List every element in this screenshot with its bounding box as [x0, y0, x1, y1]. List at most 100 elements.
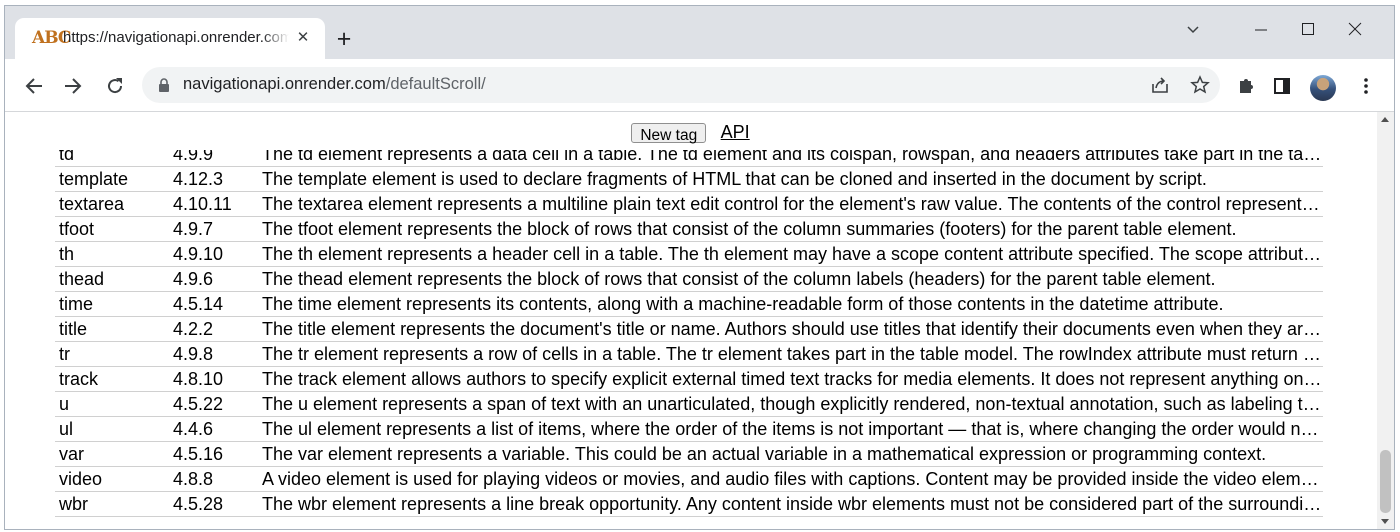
page-header: New tag API	[5, 122, 1376, 148]
description-cell: The u element represents a span of text …	[258, 391, 1323, 417]
forward-arrow-icon	[65, 78, 82, 94]
element-name-cell: track	[55, 366, 169, 392]
scrollbar-thumb[interactable]	[1380, 450, 1391, 513]
table-row: title 4.2.2 The title element represents t…	[55, 316, 1323, 342]
address-bar[interactable]: navigationapi.onrender.com/defaultScroll…	[142, 67, 1220, 103]
extensions-button[interactable]	[1230, 70, 1262, 102]
chevron-down-icon	[1187, 26, 1199, 34]
section-number-cell: 4.9.8	[169, 341, 258, 367]
close-tab-icon[interactable]: ✕	[293, 28, 313, 48]
table-row: wbr 4.5.28 The wbr element represents a li…	[55, 491, 1323, 517]
table-row: var 4.5.16 The var element represents a va…	[55, 441, 1323, 467]
reload-button[interactable]	[99, 70, 131, 102]
element-name-cell: ul	[55, 416, 169, 442]
description-cell: The tr element represents a row of cells…	[258, 341, 1323, 367]
table-row: td 4.9.9 The td element represents a data …	[55, 150, 1323, 167]
browser-window: ABC https://navigationapi.onrender.com/d…	[4, 5, 1395, 530]
back-arrow-icon	[25, 78, 42, 94]
more-vert-icon	[1364, 78, 1368, 94]
api-link[interactable]: API	[721, 122, 750, 143]
section-number-cell: 4.8.8	[169, 466, 258, 492]
vertical-scrollbar[interactable]	[1377, 112, 1394, 529]
section-number-cell: 4.9.6	[169, 266, 258, 292]
tab-strip: ABC https://navigationapi.onrender.com/d…	[5, 6, 1394, 59]
element-name-cell: var	[55, 441, 169, 467]
share-icon[interactable]	[1150, 75, 1170, 95]
table-row: tfoot 4.9.7 The tfoot element represents t…	[55, 216, 1323, 242]
elements-table-body: td 4.9.9 The td element represents a data …	[55, 150, 1323, 517]
description-cell: The thead element represents the block o…	[258, 266, 1323, 292]
menu-button[interactable]	[1350, 70, 1382, 102]
new-tab-button[interactable]: +	[330, 26, 358, 54]
section-number-cell: 4.12.3	[169, 166, 258, 192]
element-name-cell: tfoot	[55, 216, 169, 242]
scroll-up-arrow-icon[interactable]	[1381, 117, 1389, 122]
section-number-cell: 4.2.2	[169, 316, 258, 342]
maximize-icon	[1302, 23, 1314, 35]
maximize-button[interactable]	[1285, 16, 1331, 44]
tab-title: https://navigationapi.onrender.com/defau…	[63, 29, 289, 46]
section-number-cell: 4.9.9	[169, 150, 258, 167]
element-name-cell: textarea	[55, 191, 169, 217]
element-name-cell: title	[55, 316, 169, 342]
reload-icon	[108, 78, 123, 94]
section-number-cell: 4.9.7	[169, 216, 258, 242]
minimize-icon	[1255, 29, 1267, 31]
browser-tab[interactable]: ABC https://navigationapi.onrender.com/d…	[15, 18, 325, 59]
description-cell: The td element represents a data cell in…	[258, 150, 1323, 167]
element-name-cell: time	[55, 291, 169, 317]
description-cell: The wbr element represents a line break …	[258, 491, 1323, 517]
description-cell: The ul element represents a list of item…	[258, 416, 1323, 442]
table-row: textarea 4.10.11 The textarea element repr…	[55, 191, 1323, 217]
back-button[interactable]	[18, 70, 50, 102]
elements-table: td 4.9.9 The td element represents a data …	[55, 150, 1323, 517]
section-number-cell: 4.10.11	[169, 191, 258, 217]
description-cell: The th element represents a header cell …	[258, 241, 1323, 267]
table-row: track 4.8.10 The track element allows auth…	[55, 366, 1323, 392]
browser-toolbar: navigationapi.onrender.com/defaultScroll…	[5, 59, 1394, 112]
url-text[interactable]: navigationapi.onrender.com/defaultScroll…	[183, 75, 486, 94]
url-path: /defaultScroll/	[385, 75, 486, 93]
section-number-cell: 4.5.14	[169, 291, 258, 317]
element-name-cell: thead	[55, 266, 169, 292]
side-panel-button[interactable]	[1266, 70, 1298, 102]
description-cell: The template element is used to declare …	[258, 166, 1323, 192]
description-cell: The tfoot element represents the block o…	[258, 216, 1323, 242]
description-cell: A video element is used for playing vide…	[258, 466, 1323, 492]
section-number-cell: 4.5.22	[169, 391, 258, 417]
table-row: th 4.9.10 The th element represents a head…	[55, 241, 1323, 267]
forward-button[interactable]	[57, 70, 89, 102]
table-row: thead 4.9.6 The thead element represents t…	[55, 266, 1323, 292]
description-cell: The title element represents the documen…	[258, 316, 1323, 342]
element-name-cell: td	[55, 150, 169, 167]
section-number-cell: 4.5.16	[169, 441, 258, 467]
description-cell: The var element represents a variable. T…	[258, 441, 1323, 467]
scroll-down-arrow-icon[interactable]	[1381, 519, 1389, 524]
section-number-cell: 4.8.10	[169, 366, 258, 392]
description-cell: The textarea element represents a multil…	[258, 191, 1323, 217]
element-name-cell: video	[55, 466, 169, 492]
table-row: template 4.12.3 The template element is us…	[55, 166, 1323, 192]
description-cell: The time element represents its contents…	[258, 291, 1323, 317]
side-panel-icon	[1274, 78, 1290, 94]
close-icon	[1348, 22, 1362, 36]
lock-icon[interactable]	[156, 77, 172, 93]
table-row: video 4.8.8 A video element is used for pl…	[55, 466, 1323, 492]
element-name-cell: template	[55, 166, 169, 192]
close-window-button[interactable]	[1332, 16, 1378, 44]
new-tag-button[interactable]: New tag	[631, 122, 707, 144]
element-name-cell: tr	[55, 341, 169, 367]
minimize-button[interactable]	[1238, 16, 1284, 44]
section-number-cell: 4.5.28	[169, 491, 258, 517]
table-row: tr 4.9.8 The tr element represents a row o…	[55, 341, 1323, 367]
section-number-cell: 4.9.10	[169, 241, 258, 267]
profile-avatar[interactable]	[1310, 75, 1336, 101]
table-row: ul 4.4.6 The ul element represents a list …	[55, 416, 1323, 442]
table-row: u 4.5.22 The u element represents a span o…	[55, 391, 1323, 417]
element-name-cell: th	[55, 241, 169, 267]
bookmark-star-icon[interactable]	[1190, 75, 1210, 95]
favicon-icon: ABC	[32, 28, 71, 48]
elements-table-viewport[interactable]: td 4.9.9 The td element represents a data …	[5, 150, 1376, 529]
tab-search-button[interactable]	[1170, 16, 1216, 44]
table-row: time 4.5.14 The time element represents it…	[55, 291, 1323, 317]
